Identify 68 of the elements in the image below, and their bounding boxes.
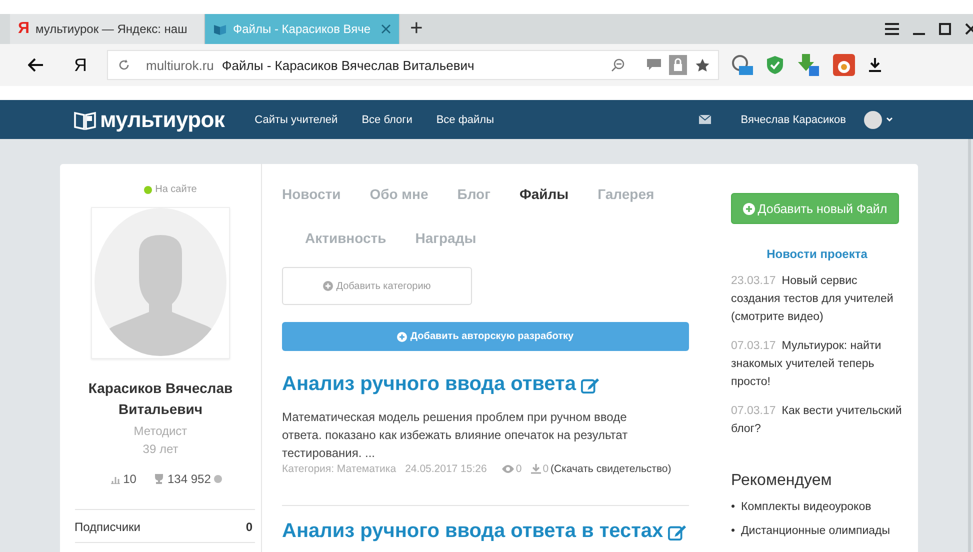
plus-circle-icon — [397, 332, 408, 342]
nav-link[interactable]: Сайты учителей — [254, 114, 338, 126]
profile-age: 39 лет — [142, 441, 178, 458]
extension-off-icon[interactable] — [731, 54, 753, 76]
online-status: На сайте — [155, 184, 197, 195]
certificate-link[interactable]: (Скачать свидетельство) — [550, 463, 672, 475]
eye-icon — [502, 465, 514, 473]
menu-icon[interactable] — [885, 23, 899, 35]
download-arrow-icon[interactable] — [797, 54, 819, 76]
bullet: • — [731, 524, 735, 539]
article-description: Математическая модель решения проблем при ручном вводе ответа. показано как избежать влияние опечаток на результат тестирования. ... — [282, 409, 629, 462]
profile-tab[interactable]: Файлы — [519, 186, 569, 208]
counter-label[interactable]: Подписчики — [74, 520, 141, 534]
edit-icon[interactable] — [668, 522, 688, 540]
recommend-heading: Рекомендуем — [731, 472, 833, 490]
lock-icon[interactable] — [669, 55, 687, 75]
news-item[interactable]: 07.03.17 Как вести учительский блог? — [731, 402, 903, 438]
mail-icon[interactable] — [698, 115, 711, 124]
news-heading: Новости проекта — [766, 247, 868, 261]
address-bar[interactable]: multiurok.ru Файлы - Карасиков Вячеслав Витальевич — [107, 50, 719, 80]
counter-value: 0 — [246, 520, 252, 534]
profile-role: Методист — [134, 423, 188, 440]
news-item[interactable]: 23.03.17 Новый сервис создания тестов для учителей (смотрите видео) — [731, 272, 903, 326]
yandex-logo: Я — [18, 20, 30, 38]
user-avatar[interactable] — [864, 110, 882, 128]
downloads-count: 0 — [542, 463, 549, 475]
article-date: 24.05.2017 15:26 — [405, 463, 487, 475]
profile-name: Карасиков Вячеслав Витальевич — [87, 379, 234, 419]
nav-link[interactable]: Все блоги — [362, 114, 412, 126]
maximize-icon[interactable] — [939, 23, 951, 35]
nav-link[interactable]: Все файлы — [436, 114, 494, 126]
plus-circle-icon — [323, 281, 334, 291]
recommend-link[interactable]: Дистанционные олимпиады — [741, 524, 890, 539]
bar-chart-icon — [111, 474, 120, 484]
zoom-out-icon[interactable] — [611, 58, 625, 72]
new-tab-button[interactable]: + — [400, 14, 433, 44]
rating-value: 10 — [123, 472, 136, 486]
png-camera-icon[interactable] — [833, 54, 855, 76]
tab-title: мультиурок — Яндекс: наш — [36, 22, 188, 36]
bullet: • — [731, 500, 735, 515]
browser-tab[interactable]: Я мультиурок — Яндекс: наш — [10, 14, 205, 44]
back-arrow-icon[interactable] — [28, 58, 44, 72]
page-title: Файлы - Карасиков Вячеслав Витальевич — [222, 58, 476, 72]
trophy-icon — [154, 474, 164, 484]
yandex-logo[interactable]: Я — [74, 54, 87, 76]
reload-icon[interactable] — [118, 59, 130, 71]
article-title[interactable]: Анализ ручного ввода ответа — [282, 373, 576, 396]
points-value: 134 952 — [167, 472, 211, 486]
edit-icon[interactable] — [580, 376, 600, 394]
close-icon[interactable] — [965, 23, 973, 35]
star-icon[interactable] — [695, 58, 710, 72]
plus-circle-icon — [742, 202, 755, 214]
comment-icon[interactable] — [647, 59, 661, 71]
user-name[interactable]: Вячеслав Карасиков — [740, 114, 846, 126]
download-icon — [530, 464, 541, 474]
site-logo[interactable]: мультиурок — [74, 106, 225, 132]
shield-icon[interactable] — [767, 56, 783, 74]
book-icon — [213, 22, 227, 36]
book-logo-icon — [74, 110, 96, 130]
views-count: 0 — [516, 463, 522, 475]
address-domain: multiurok.ru — [146, 58, 214, 72]
recommend-link[interactable]: Комплекты видеоуроков — [741, 500, 872, 515]
caret-icon[interactable] — [886, 117, 893, 122]
news-item[interactable]: 07.03.17 Мультиурок: найти знакомых учителей теперь просто! — [731, 337, 903, 391]
help-icon — [214, 475, 222, 483]
article-title[interactable]: Анализ ручного ввода ответа в тестах — [282, 520, 664, 543]
tab-title: Файлы - Карасиков Вяче — [233, 22, 372, 36]
download-icon[interactable] — [869, 58, 881, 72]
